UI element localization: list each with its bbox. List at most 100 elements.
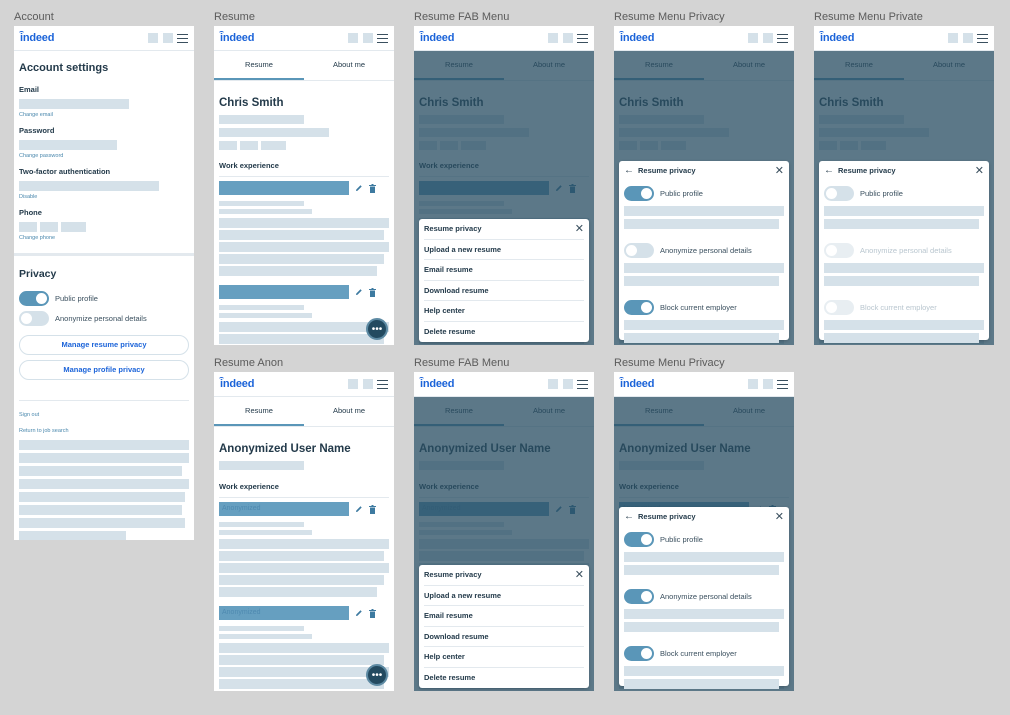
menu-item[interactable]: Upload a new resume xyxy=(424,586,584,606)
privacy-sheet-header: ← Resume privacy ✕ xyxy=(824,161,984,181)
hamburger-menu-icon[interactable] xyxy=(577,33,588,43)
toggle-switch[interactable] xyxy=(19,311,49,326)
placeholder-bar xyxy=(219,587,377,597)
square-icon[interactable] xyxy=(163,33,173,43)
indeed-logo[interactable]: indeed xyxy=(618,31,654,44)
pencil-icon[interactable] xyxy=(355,505,363,514)
tab-resume[interactable]: Resume xyxy=(214,51,304,80)
toggle-switch[interactable] xyxy=(624,186,654,201)
indeed-logo[interactable]: indeed xyxy=(418,377,454,390)
menu-item[interactable]: Help center xyxy=(424,647,584,668)
indeed-logo[interactable]: indeed xyxy=(418,31,454,44)
square-icon[interactable] xyxy=(563,33,573,43)
hamburger-menu-icon[interactable] xyxy=(577,379,588,389)
fab-more-button[interactable]: ••• xyxy=(366,318,388,340)
square-icon[interactable] xyxy=(348,33,358,43)
resume-name: Anonymized User Name xyxy=(219,443,351,455)
manage-resume-privacy-button[interactable]: Manage resume privacy xyxy=(19,335,189,355)
hamburger-menu-icon[interactable] xyxy=(377,379,388,389)
menu-item[interactable]: Resume privacy ✕ xyxy=(424,219,584,240)
hamburger-menu-icon[interactable] xyxy=(377,33,388,43)
close-icon[interactable]: ✕ xyxy=(575,219,584,240)
menu-item[interactable]: Help center xyxy=(424,301,584,322)
close-icon[interactable]: ✕ xyxy=(775,161,784,181)
tab-resume[interactable]: Resume xyxy=(214,397,304,426)
pencil-icon[interactable] xyxy=(355,288,363,297)
manage-profile-privacy-button[interactable]: Manage profile privacy xyxy=(19,360,189,380)
square-icon[interactable] xyxy=(548,33,558,43)
hamburger-line xyxy=(377,387,388,389)
footer-link[interactable]: Return to job search xyxy=(19,428,189,434)
placeholder-bar xyxy=(219,305,304,310)
square-icon[interactable] xyxy=(363,379,373,389)
menu-item[interactable]: Email resume xyxy=(424,260,584,281)
trash-icon[interactable] xyxy=(369,504,377,514)
square-icon[interactable] xyxy=(963,33,973,43)
work-experience-entry: Anonymized xyxy=(219,502,389,516)
pencil-icon[interactable] xyxy=(355,609,363,618)
toggle-switch[interactable] xyxy=(624,532,654,547)
square-icon[interactable] xyxy=(548,379,558,389)
trash-icon[interactable] xyxy=(369,183,377,193)
artboard: Resume Menu Private indeedResumeAbout meC… xyxy=(814,11,994,345)
indeed-logo[interactable]: indeed xyxy=(818,31,854,44)
hamburger-line xyxy=(177,41,188,43)
back-arrow-icon[interactable]: ← xyxy=(624,507,634,527)
trash-icon[interactable] xyxy=(369,287,377,297)
back-arrow-icon[interactable]: ← xyxy=(624,161,634,181)
toggle-switch[interactable] xyxy=(824,186,854,201)
pencil-icon[interactable] xyxy=(355,184,363,193)
placeholder-bar xyxy=(19,505,182,515)
placeholder-bar xyxy=(219,218,389,228)
toggle-switch[interactable] xyxy=(624,300,654,315)
indeed-logo[interactable]: indeed xyxy=(618,377,654,390)
close-icon[interactable]: ✕ xyxy=(975,161,984,181)
square-icon[interactable] xyxy=(763,379,773,389)
menu-item[interactable]: Download resume xyxy=(424,281,584,301)
menu-item[interactable]: Email resume xyxy=(424,606,584,627)
square-icon[interactable] xyxy=(348,379,358,389)
close-icon[interactable]: ✕ xyxy=(775,507,784,527)
field-link[interactable]: Change email xyxy=(19,112,189,118)
menu-item[interactable]: Delete resume xyxy=(424,668,584,689)
square-icon[interactable] xyxy=(363,33,373,43)
close-icon[interactable]: ✕ xyxy=(575,565,584,586)
field-link[interactable]: Change phone xyxy=(19,235,189,241)
fab-more-button[interactable]: ••• xyxy=(366,664,388,686)
field-link[interactable]: Change password xyxy=(19,153,189,159)
placeholder-bar xyxy=(624,609,784,619)
placeholder-bar xyxy=(219,575,384,585)
indeed-logo[interactable]: indeed xyxy=(218,377,254,390)
indeed-logo[interactable]: indeed xyxy=(218,31,254,44)
menu-item[interactable]: Resume privacy ✕ xyxy=(424,565,584,586)
toggle-switch[interactable] xyxy=(19,291,49,306)
square-icon[interactable] xyxy=(563,379,573,389)
square-icon[interactable] xyxy=(748,379,758,389)
placeholder-bar xyxy=(219,643,389,653)
hamburger-menu-icon[interactable] xyxy=(177,33,188,43)
toggle-switch[interactable] xyxy=(624,646,654,661)
menu-item[interactable]: Download resume xyxy=(424,627,584,647)
resume-privacy-sheet: ← Resume privacy ✕ Public profile Anonymize … xyxy=(619,507,789,689)
field-link[interactable]: Disable xyxy=(19,194,189,200)
menu-item[interactable]: Delete resume xyxy=(424,322,584,343)
hamburger-menu-icon[interactable] xyxy=(977,33,988,43)
square-icon[interactable] xyxy=(748,33,758,43)
back-arrow-icon[interactable]: ← xyxy=(824,161,834,181)
artboard: Resume indeed Resume About me Chris Smith Wor… xyxy=(214,11,394,345)
placeholder-bar xyxy=(624,333,779,343)
menu-item[interactable]: Upload a new resume xyxy=(424,240,584,260)
toggle-switch[interactable] xyxy=(624,243,654,258)
tab-about-me[interactable]: About me xyxy=(304,397,394,426)
square-icon[interactable] xyxy=(763,33,773,43)
tab-about-me[interactable]: About me xyxy=(304,51,394,80)
hamburger-menu-icon[interactable] xyxy=(777,33,788,43)
square-icon[interactable] xyxy=(148,33,158,43)
hamburger-menu-icon[interactable] xyxy=(777,379,788,389)
indeed-logo[interactable]: indeed xyxy=(18,31,54,44)
toggle-switch[interactable] xyxy=(624,589,654,604)
square-icon[interactable] xyxy=(948,33,958,43)
trash-icon[interactable] xyxy=(369,608,377,618)
footer-link[interactable]: Sign out xyxy=(19,412,189,418)
privacy-sheet-title: Resume privacy xyxy=(638,512,696,521)
